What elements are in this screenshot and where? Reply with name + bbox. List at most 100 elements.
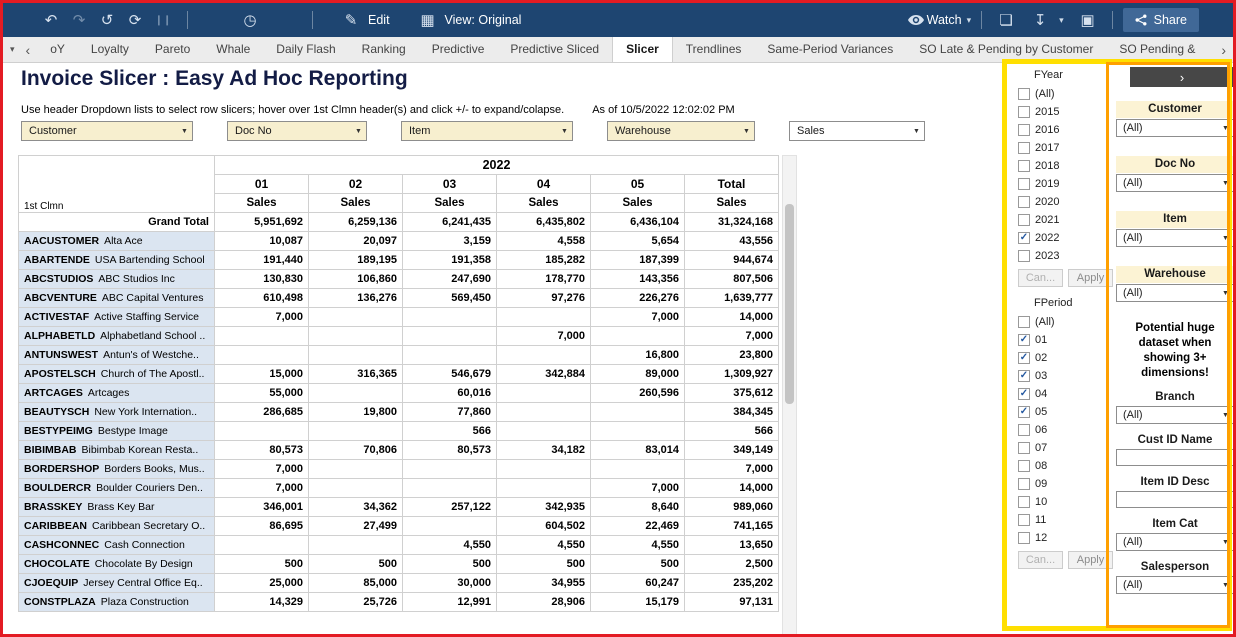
tab-daily-flash[interactable]: Daily Flash xyxy=(263,37,348,62)
fperiod-option-01[interactable]: ✓01 xyxy=(1018,331,1114,349)
tab-predictive-sliced[interactable]: Predictive Sliced xyxy=(497,37,612,62)
fperiod-option-all[interactable]: (All) xyxy=(1018,313,1114,331)
tab-whale[interactable]: Whale xyxy=(203,37,263,62)
fyear-option-all[interactable]: (All) xyxy=(1018,85,1114,103)
row-label[interactable]: ABARTENDEUSA Bartending School xyxy=(19,251,215,270)
fperiod-option-09[interactable]: 09 xyxy=(1018,475,1114,493)
tab-trendlines[interactable]: Trendlines xyxy=(673,37,755,62)
fyear-option-2017[interactable]: 2017 xyxy=(1018,139,1114,157)
row-label[interactable]: CHOCOLATEChocolate By Design xyxy=(19,555,215,574)
fperiod-cancel-button[interactable]: Can... xyxy=(1018,551,1063,569)
fperiod-option-11[interactable]: 11 xyxy=(1018,511,1114,529)
filter-dropdown-doc-no[interactable]: (All)▼ xyxy=(1116,174,1234,192)
row-label[interactable]: ACTIVESTAFActive Staffing Service xyxy=(19,308,215,327)
table-scrollbar[interactable] xyxy=(782,155,797,637)
fperiod-option-03[interactable]: ✓03 xyxy=(1018,367,1114,385)
refresh-icon[interactable]: ⟳ xyxy=(121,11,149,29)
fyear-apply-button[interactable]: Apply xyxy=(1068,269,1113,287)
fperiod-option-10[interactable]: 10 xyxy=(1018,493,1114,511)
slicer-dropdown-item[interactable]: Item▼ xyxy=(401,121,573,141)
scrollbar-thumb[interactable] xyxy=(785,204,794,404)
fullscreen-icon[interactable]: ▣ xyxy=(1074,11,1102,29)
comment-icon[interactable]: ❏ xyxy=(992,11,1020,29)
filter-input-item-id-desc[interactable] xyxy=(1116,491,1234,508)
measure-header: Sales xyxy=(309,194,403,213)
collapse-panel-button[interactable]: › xyxy=(1130,67,1234,87)
fperiod-option-02[interactable]: ✓02 xyxy=(1018,349,1114,367)
row-label[interactable]: CASHCONNECCash Connection xyxy=(19,536,215,555)
customer-code: ANTUNSWEST xyxy=(24,349,98,361)
row-label[interactable]: CARIBBEANCaribbean Secretary O.. xyxy=(19,517,215,536)
fperiod-option-04[interactable]: ✓04 xyxy=(1018,385,1114,403)
download-button[interactable]: ↧ ▾ xyxy=(1026,11,1064,29)
redo-icon[interactable]: ↷ xyxy=(65,11,93,29)
quick-filters: Customer(All)▼Doc No(All)▼Item(All)▼Ware… xyxy=(1116,101,1234,321)
filter-input-cust-id-name[interactable] xyxy=(1116,449,1234,466)
slicer-dropdown-doc-no[interactable]: Doc No▼ xyxy=(227,121,367,141)
row-label[interactable]: ANTUNSWESTAntun's of Westche.. xyxy=(19,346,215,365)
row-label[interactable]: BEAUTYSCHNew York Internation.. xyxy=(19,403,215,422)
share-button[interactable]: Share xyxy=(1123,8,1199,32)
tab-predictive[interactable]: Predictive xyxy=(419,37,498,62)
tab-menu-caret-icon[interactable]: ▾ xyxy=(10,44,15,55)
fyear-option-2019[interactable]: 2019 xyxy=(1018,175,1114,193)
row-label[interactable]: BORDERSHOPBorders Books, Mus.. xyxy=(19,460,215,479)
fyear-option-2023[interactable]: 2023 xyxy=(1018,247,1114,265)
watch-button[interactable]: Watch ▾ xyxy=(908,13,972,27)
tab-oy[interactable]: oY xyxy=(37,37,78,62)
row-label[interactable]: APOSTELSCHChurch of The Apostl.. xyxy=(19,365,215,384)
fperiod-option-12[interactable]: 12 xyxy=(1018,529,1114,547)
fyear-option-2021[interactable]: 2021 xyxy=(1018,211,1114,229)
fyear-option-2015[interactable]: 2015 xyxy=(1018,103,1114,121)
tab-so-late-pending-by-customer[interactable]: SO Late & Pending by Customer xyxy=(906,37,1106,62)
tab-pareto[interactable]: Pareto xyxy=(142,37,203,62)
cell-value: 16,800 xyxy=(591,346,685,365)
fyear-option-2016[interactable]: 2016 xyxy=(1018,121,1114,139)
row-label[interactable]: BIBIMBABBibimbab Korean Resta.. xyxy=(19,441,215,460)
row-label[interactable]: BRASSKEYBrass Key Bar xyxy=(19,498,215,517)
fperiod-apply-button[interactable]: Apply xyxy=(1068,551,1113,569)
fyear-option-2018[interactable]: 2018 xyxy=(1018,157,1114,175)
row-label[interactable]: AACUSTOMERAlta Ace xyxy=(19,232,215,251)
row-label[interactable]: ABCVENTUREABC Capital Ventures xyxy=(19,289,215,308)
fperiod-option-06[interactable]: 06 xyxy=(1018,421,1114,439)
tabs-scroll-right-icon[interactable]: › xyxy=(1221,42,1226,58)
fyear-cancel-button[interactable]: Can... xyxy=(1018,269,1063,287)
fyear-options: (All)2015201620172018201920202021✓202220… xyxy=(1018,85,1114,265)
tab-same-period-variances[interactable]: Same-Period Variances xyxy=(754,37,906,62)
pause-icon[interactable]: ❙❙ xyxy=(149,15,177,26)
row-label[interactable]: ABCSTUDIOSABC Studios Inc xyxy=(19,270,215,289)
slicer-dropdown-customer[interactable]: Customer▼ xyxy=(21,121,193,141)
cell-value xyxy=(403,517,497,536)
tab-so-pending[interactable]: SO Pending & xyxy=(1106,37,1208,62)
undo-icon[interactable]: ↶ xyxy=(37,11,65,29)
tab-loyalty[interactable]: Loyalty xyxy=(78,37,142,62)
filter-dropdown-branch[interactable]: (All)▼ xyxy=(1116,406,1234,424)
revert-icon[interactable]: ↺ xyxy=(93,11,121,29)
data-alerts-icon[interactable]: ◷ xyxy=(236,11,264,29)
row-label[interactable]: CONSTPLAZAPlaza Construction xyxy=(19,593,215,612)
filter-dropdown-salesperson[interactable]: (All)▼ xyxy=(1116,576,1234,594)
row-label[interactable]: ALPHABETLDAlphabetland School .. xyxy=(19,327,215,346)
filter-dropdown-item-cat[interactable]: (All)▼ xyxy=(1116,533,1234,551)
slicer-dropdown-sales[interactable]: Sales▼ xyxy=(789,121,925,141)
first-column-header[interactable]: 1st Clmn xyxy=(19,156,215,213)
view-original-button[interactable]: ▦ View: Original xyxy=(414,11,522,29)
row-label[interactable]: BOULDERCRBoulder Couriers Den.. xyxy=(19,479,215,498)
filter-dropdown-warehouse[interactable]: (All)▼ xyxy=(1116,284,1234,302)
filter-dropdown-customer[interactable]: (All)▼ xyxy=(1116,119,1234,137)
tab-ranking[interactable]: Ranking xyxy=(349,37,419,62)
fyear-option-2020[interactable]: 2020 xyxy=(1018,193,1114,211)
tab-slicer[interactable]: Slicer xyxy=(612,37,673,62)
slicer-dropdown-warehouse[interactable]: Warehouse▼ xyxy=(607,121,755,141)
filter-dropdown-item[interactable]: (All)▼ xyxy=(1116,229,1234,247)
row-label[interactable]: ARTCAGESArtcages xyxy=(19,384,215,403)
edit-button[interactable]: ✎ Edit xyxy=(337,11,390,29)
fperiod-option-05[interactable]: ✓05 xyxy=(1018,403,1114,421)
fyear-option-2022[interactable]: ✓2022 xyxy=(1018,229,1114,247)
fperiod-option-07[interactable]: 07 xyxy=(1018,439,1114,457)
tabs-scroll-left-icon[interactable]: ‹ xyxy=(26,42,31,58)
row-label[interactable]: BESTYPEIMGBestype Image xyxy=(19,422,215,441)
fperiod-option-08[interactable]: 08 xyxy=(1018,457,1114,475)
row-label[interactable]: CJOEQUIPJersey Central Office Eq.. xyxy=(19,574,215,593)
